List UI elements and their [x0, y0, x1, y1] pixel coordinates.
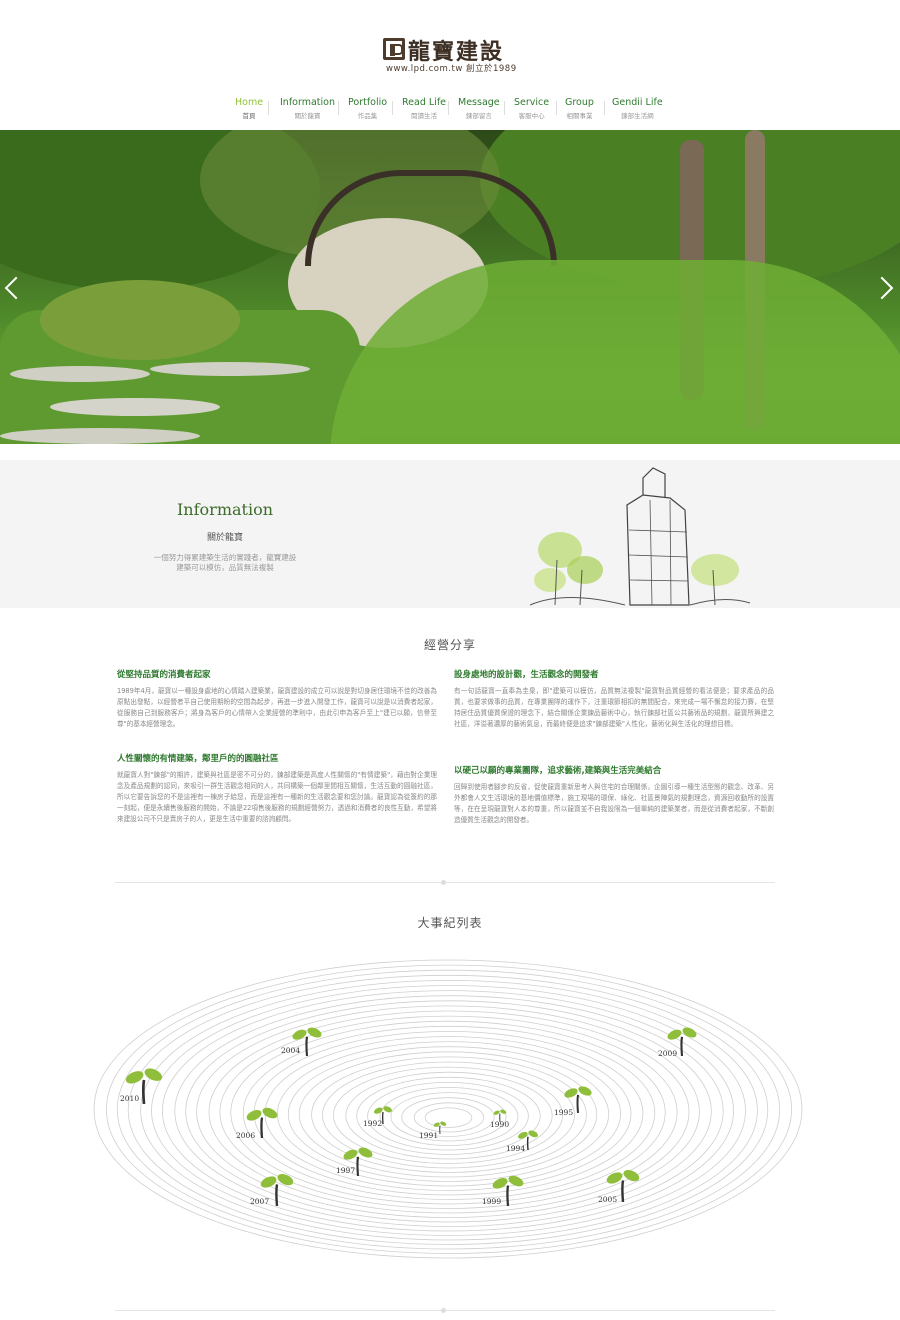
nav-message-sublabel: 鍊部留言 [465, 112, 492, 120]
nav-service-sublabel: 客服中心 [518, 112, 545, 120]
brand-subtitle: www.lpd.com.tw 創立於1989 [386, 64, 517, 74]
nav-portfolio-sublabel: 作品集 [357, 112, 378, 120]
article-body: 1989年4月，龍寶以一種設身處地的心情踏入建築業，龍寶建設的成立可以說是對切身… [117, 687, 437, 728]
information-desc-line: 一個努力得累建築生活的實踐者，龍寶建設 [153, 553, 297, 562]
hero-shrub [40, 280, 240, 360]
sprout-icon [433, 1121, 447, 1134]
timeline-ring [401, 1097, 495, 1137]
nav-gendii-life[interactable]: Gendii Life 鍊部生活網 [612, 97, 663, 120]
hero-stepping-stone [50, 398, 220, 416]
nav-message[interactable]: Message 鍊部留言 [458, 97, 500, 120]
sprout-icon [493, 1109, 507, 1122]
hero-stepping-stone [150, 362, 310, 376]
nav-group[interactable]: Group 相關事業 [565, 97, 594, 120]
nav-information-label: Information [280, 97, 335, 108]
divider-dot [441, 1308, 446, 1313]
nav-gendii-life-label: Gendii Life [612, 97, 663, 108]
information-description: 一個努力得累建築生活的實踐者，龍寶建設 建築可以模仿，品質無法複製 [140, 553, 310, 573]
business-section-title: 經營分享 [423, 638, 476, 652]
nav-service-label: Service [514, 97, 550, 108]
nav-group-sublabel: 相關事業 [566, 112, 593, 120]
sprout-icon [343, 1147, 373, 1176]
timeline-ring [390, 1092, 507, 1142]
nav-service[interactable]: Service 客服中心 [514, 97, 549, 120]
nav-separator [556, 101, 557, 115]
information-subtitle: 關於龍寶 [206, 533, 243, 543]
information-desc-line: 建築可以模仿，品質無法複製 [176, 563, 274, 572]
tower-illustration [529, 467, 751, 606]
nav-separator [392, 101, 393, 115]
article-title[interactable]: 以硬己以願的專業團隊，追求藝術,建築與生活完美結合 [454, 764, 774, 776]
sprout-icon [667, 1027, 697, 1056]
article-body: 回歸到使用者腳步的反省，促使龍寶重新思考人與住宅的合理關係，企圖引導一種生活型態… [454, 783, 774, 824]
article-title[interactable]: 設身處地的設計觀，生活觀念的開發者 [454, 668, 774, 680]
timeline-section-title: 大事紀列表 [417, 916, 483, 930]
article-quality: 從堅持品質的消費者起家 1989年4月，龍寶以一種設身處地的心情踏入建築業，龍寶… [117, 668, 437, 730]
sprout-icon [125, 1068, 163, 1104]
timeline-ring [264, 1036, 632, 1191]
nav-home-sublabel: 首頁 [242, 112, 256, 120]
information-band: Information 關於龍寶 一個努力得累建築生活的實踐者，龍寶建設 建築可… [0, 460, 900, 608]
sprout-icon [260, 1173, 294, 1206]
article-design: 設身處地的設計觀，生活觀念的開發者 有一句話龍寶一直奉為圭臬，即"建築可以模仿，… [454, 668, 774, 730]
article-body: 有一句話龍寶一直奉為圭臬，即"建築可以模仿，品質無法複製"龍寶對品質經營的看法便… [454, 687, 774, 728]
article-title[interactable]: 從堅持品質的消費者起家 [117, 668, 437, 680]
nav-portfolio-label: Portfolio [348, 97, 388, 108]
nav-gendii-life-sublabel: 鍊部生活網 [621, 112, 654, 120]
nav-separator [504, 101, 505, 115]
sprout-icon [492, 1175, 524, 1206]
timeline-ring [116, 969, 781, 1250]
hero-stepping-stone [0, 428, 200, 444]
sprout-icon [292, 1027, 322, 1056]
nav-portfolio[interactable]: Portfolio 作品集 [348, 97, 387, 120]
article-team: 以硬己以願的專業團隊，追求藝術,建築與生活完美結合 回歸到使用者腳步的反省，促使… [454, 764, 774, 826]
nav-home[interactable]: Home 首頁 [235, 97, 263, 120]
nav-read-life[interactable]: Read Life 閱讀生活 [402, 97, 446, 120]
article-community: 人性關懷的有情建築，鄰里戶的的圓融社區 就龍寶人對"鍊部"的期許，建築與社區是密… [117, 752, 437, 825]
hero-slider [0, 130, 900, 444]
nav-separator [338, 101, 339, 115]
nav-read-life-sublabel: 閱讀生活 [411, 112, 437, 120]
sprout-icon [246, 1107, 278, 1138]
sprout-icon [564, 1086, 592, 1113]
nav-separator [268, 101, 269, 115]
sprout-icon [606, 1169, 640, 1202]
sprout-icon [518, 1130, 538, 1150]
article-title[interactable]: 人性關懷的有情建築，鄰里戶的的圓融社區 [117, 752, 437, 764]
nav-home-label: Home [235, 97, 264, 108]
logo-mark-icon [383, 38, 405, 60]
nav-information[interactable]: Information 關於龍寶 [280, 97, 335, 120]
timeline-ring [151, 985, 746, 1236]
nav-message-label: Message [458, 97, 500, 108]
site-logo[interactable]: 龍寶建設 www.lpd.com.tw 創立於1989 [0, 38, 900, 78]
nav-group-label: Group [565, 97, 594, 108]
information-title[interactable]: Information [150, 500, 300, 519]
main-nav: Home 首頁 Information 關於龍寶 Portfolio 作品集 R… [230, 97, 670, 123]
nav-separator [448, 101, 449, 115]
nav-separator [604, 101, 605, 115]
timeline-rings [93, 959, 803, 1259]
hero-stepping-stone [10, 366, 150, 382]
sprout-icon [373, 1106, 393, 1124]
article-body: 就龍寶人對"鍊部"的期許，建築與社區是密不可分的，鍊部建築是高度人性關懷的"有情… [117, 771, 437, 823]
divider-dot [441, 880, 446, 885]
nav-information-sublabel: 關於龍寶 [294, 112, 321, 120]
slider-next-arrow-icon[interactable] [870, 276, 894, 300]
slider-prev-arrow-icon[interactable] [4, 276, 28, 300]
nav-read-life-label: Read Life [402, 97, 447, 108]
